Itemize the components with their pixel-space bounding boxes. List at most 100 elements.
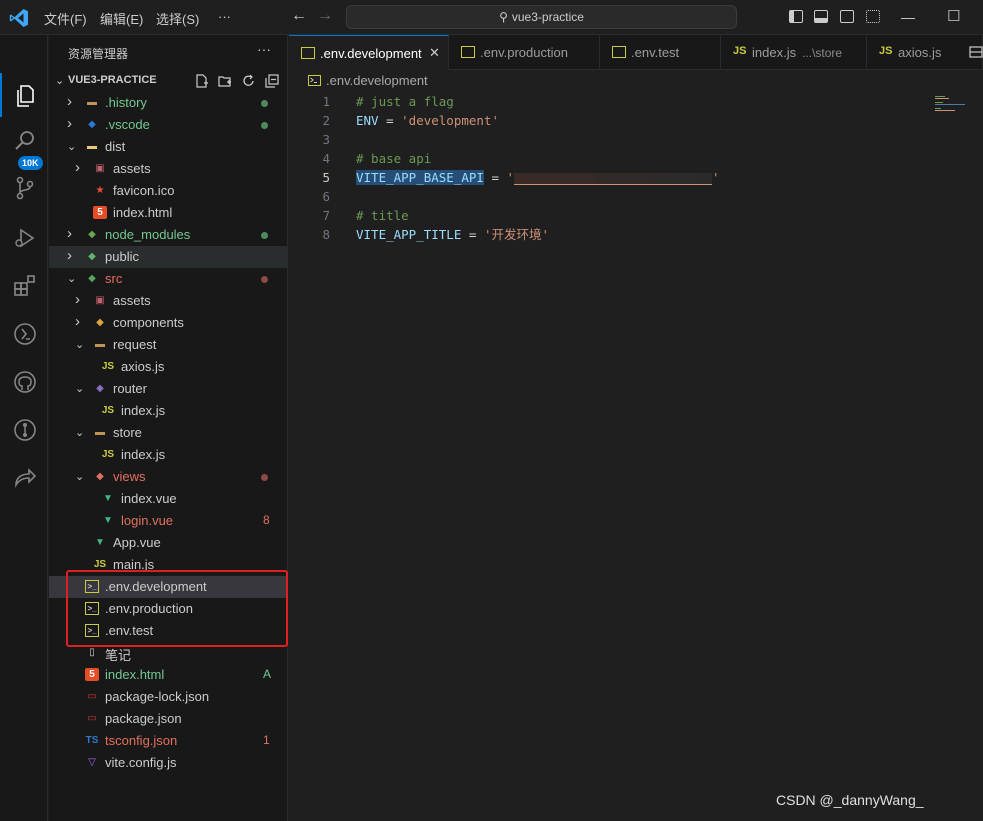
toggle-secondary-sidebar-icon[interactable] bbox=[840, 10, 854, 23]
menu-item[interactable]: 选择(S) bbox=[156, 9, 199, 28]
folder-icon: ▣ bbox=[95, 295, 105, 306]
code-line[interactable]: 5 VITE_APP_BASE_API = ' ' bbox=[289, 168, 929, 187]
tree-item-label: tsconfig.json bbox=[105, 733, 178, 748]
code-line[interactable]: 2 ENV = 'development' bbox=[289, 111, 929, 130]
tree-file[interactable]: ★ favicon.ico bbox=[49, 180, 288, 202]
split-editor-icon[interactable] bbox=[969, 46, 983, 58]
collapse-all-icon[interactable] bbox=[265, 74, 279, 88]
tab-axios-js[interactable]: JS axios.js bbox=[867, 35, 983, 70]
tree-file[interactable]: ▭ package.json bbox=[49, 708, 288, 730]
equals-sign: = bbox=[378, 113, 402, 128]
code-line[interactable]: 8 VITE_APP_TITLE = '开发环境' bbox=[289, 225, 929, 244]
code-line[interactable]: 7 # title bbox=[289, 206, 929, 225]
code-editor[interactable]: 1 # just a flag 2 ENV = 'development' 3 4 # ba… bbox=[289, 92, 983, 821]
github-icon[interactable] bbox=[12, 369, 38, 395]
new-folder-icon[interactable] bbox=[218, 74, 232, 88]
more-menu-icon[interactable]: ··· bbox=[218, 9, 231, 24]
close-icon[interactable]: ✕ bbox=[429, 45, 440, 61]
toggle-panel-icon[interactable] bbox=[814, 10, 828, 23]
folder-icon: ▬ bbox=[95, 427, 105, 438]
tree-file[interactable]: ▽ vite.config.js bbox=[49, 752, 288, 774]
tree-file[interactable]: JS index.js bbox=[49, 444, 288, 466]
chevron-right-icon: › bbox=[67, 93, 72, 110]
tree-folder[interactable]: ⌄ ▬ dist bbox=[49, 136, 288, 158]
git-graph-icon[interactable] bbox=[12, 417, 38, 443]
tree-file[interactable]: 5 index.html A bbox=[49, 664, 288, 686]
html-file-icon: 5 bbox=[93, 206, 107, 219]
code-line[interactable]: 1 # just a flag bbox=[289, 92, 929, 111]
tree-folder[interactable]: › ◆ public bbox=[49, 246, 288, 268]
js-file-icon: JS bbox=[101, 449, 115, 460]
tree-item-label: .vscode bbox=[105, 117, 150, 132]
tree-folder[interactable]: › ◆ components bbox=[49, 312, 288, 334]
tab-env-production[interactable]: .env.production bbox=[449, 35, 600, 70]
explorer-sidebar: 资源管理器 ··· ⌄ VUE3-PRACTICE › ▬ .history › ◆ .v… bbox=[49, 35, 288, 821]
remote-explorer-icon[interactable] bbox=[12, 321, 38, 347]
explorer-icon[interactable] bbox=[12, 83, 38, 109]
tree-file[interactable]: JS axios.js bbox=[49, 356, 288, 378]
tree-file[interactable]: JS index.js bbox=[49, 400, 288, 422]
line-number: 7 bbox=[322, 208, 330, 223]
tree-file[interactable]: TS tsconfig.json 1 bbox=[49, 730, 288, 752]
git-status-dot bbox=[261, 474, 268, 481]
source-control-badge: 10K bbox=[18, 156, 43, 170]
env-key: VITE_APP_BASE_API bbox=[356, 170, 484, 185]
command-center-search[interactable]: ⚲ vue3-practice bbox=[346, 5, 737, 29]
vue-file-icon: ▼ bbox=[103, 493, 113, 504]
tree-folder[interactable]: › ▣ assets bbox=[49, 158, 288, 180]
chevron-down-icon: ⌄ bbox=[75, 471, 85, 483]
tab-env-development[interactable]: .env.development ✕ bbox=[289, 35, 449, 70]
tree-file[interactable]: ▼ index.vue bbox=[49, 488, 288, 510]
toggle-sidebar-icon[interactable] bbox=[789, 10, 803, 23]
minimize-icon[interactable]: — bbox=[901, 9, 915, 25]
maximize-icon[interactable]: ☐ bbox=[947, 7, 960, 25]
folder-icon: ◆ bbox=[88, 229, 96, 240]
project-header[interactable]: ⌄ VUE3-PRACTICE bbox=[49, 70, 288, 92]
run-debug-icon[interactable] bbox=[12, 225, 38, 251]
menu-item[interactable]: 编辑(E) bbox=[100, 9, 143, 28]
live-share-icon[interactable] bbox=[12, 465, 38, 491]
code-comment: # just a flag bbox=[356, 94, 454, 109]
chevron-down-icon: ⌄ bbox=[75, 339, 85, 351]
tree-folder[interactable]: › ◆ node_modules bbox=[49, 224, 288, 246]
tree-folder[interactable]: ⌄ ◆ src bbox=[49, 268, 288, 290]
explorer-title: 资源管理器 bbox=[68, 47, 129, 61]
tree-file[interactable]: ▼ App.vue bbox=[49, 532, 288, 554]
tree-folder[interactable]: › ▬ .history bbox=[49, 92, 288, 114]
tab-index-js[interactable]: JS index.js ...\store bbox=[721, 35, 867, 70]
tree-folder[interactable]: ⌄ ▬ request bbox=[49, 334, 288, 356]
tab-title: axios.js bbox=[898, 45, 942, 60]
folder-icon: ▬ bbox=[95, 339, 105, 350]
breadcrumb-label: .env.development bbox=[326, 73, 428, 88]
tree-folder[interactable]: ⌄ ◆ router bbox=[49, 378, 288, 400]
code-comment: # title bbox=[356, 208, 409, 223]
tree-file[interactable]: ▼ login.vue 8 bbox=[49, 510, 288, 532]
more-actions-icon[interactable]: ··· bbox=[257, 41, 271, 57]
chevron-down-icon: ⌄ bbox=[67, 273, 77, 285]
tree-folder[interactable]: ⌄ ◆ views bbox=[49, 466, 288, 488]
code-line[interactable]: 4 # base api bbox=[289, 149, 929, 168]
line-number: 8 bbox=[322, 227, 330, 242]
search-icon[interactable] bbox=[12, 128, 38, 154]
vue-file-icon: ▼ bbox=[103, 515, 113, 526]
customize-layout-icon[interactable] bbox=[866, 10, 880, 23]
code-line[interactable]: 3 bbox=[289, 130, 929, 149]
back-arrow-icon[interactable]: ← bbox=[291, 7, 307, 25]
tab-env-test[interactable]: .env.test bbox=[600, 35, 721, 70]
refresh-icon[interactable] bbox=[242, 74, 256, 88]
menu-item[interactable]: 文件(F) bbox=[44, 9, 87, 28]
chevron-right-icon: › bbox=[67, 115, 72, 132]
new-file-icon[interactable] bbox=[195, 74, 209, 88]
folder-icon: ◆ bbox=[96, 471, 104, 482]
tree-folder[interactable]: › ▣ assets bbox=[49, 290, 288, 312]
npm-file-icon: ▭ bbox=[87, 713, 97, 724]
minimap[interactable] bbox=[935, 95, 975, 115]
source-control-icon[interactable] bbox=[12, 175, 38, 201]
tree-file[interactable]: ▭ package-lock.json bbox=[49, 686, 288, 708]
tree-folder[interactable]: ⌄ ▬ store bbox=[49, 422, 288, 444]
tree-file[interactable]: 5 index.html bbox=[49, 202, 288, 224]
code-line[interactable]: 6 bbox=[289, 187, 929, 206]
forward-arrow-icon[interactable]: → bbox=[317, 7, 333, 25]
tree-folder[interactable]: › ◆ .vscode bbox=[49, 114, 288, 136]
extensions-icon[interactable] bbox=[12, 273, 38, 299]
